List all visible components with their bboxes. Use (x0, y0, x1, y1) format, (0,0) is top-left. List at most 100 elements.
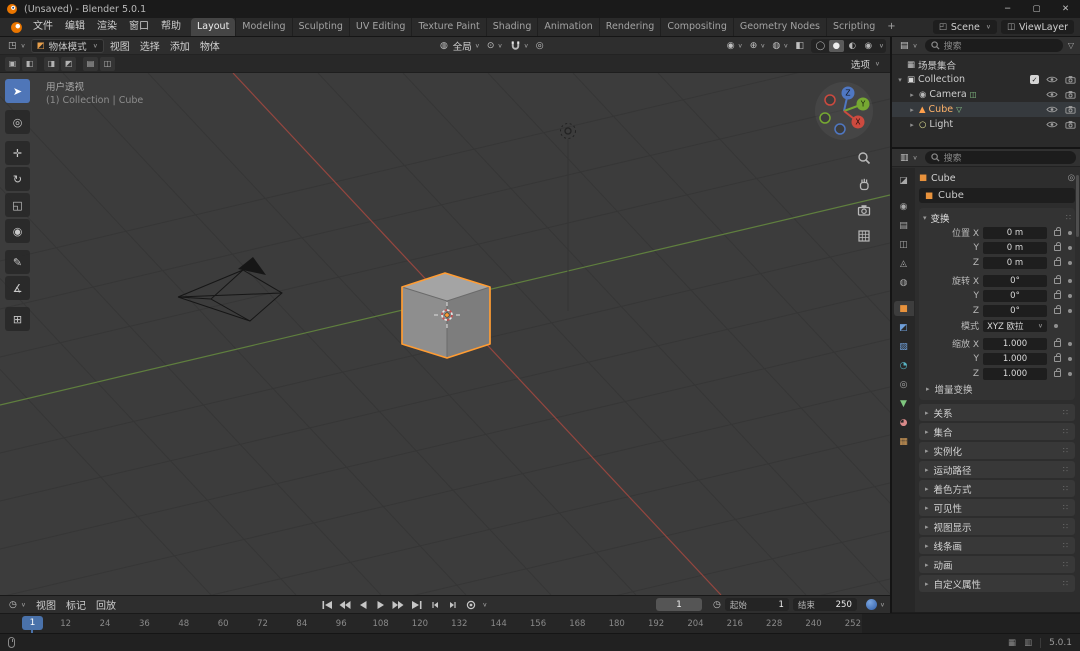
expand-icon[interactable]: ▸ (908, 91, 916, 99)
value-field[interactable]: 1.000 (983, 367, 1047, 380)
properties-section-header[interactable]: ▸ 视图显示 ∷ (919, 518, 1075, 535)
tool-setting-icon[interactable]: ◧ (22, 56, 37, 71)
drag-grip-icon[interactable]: ∷ (1063, 579, 1069, 588)
viewlayer-tab-icon[interactable]: ◫ (894, 237, 914, 252)
viewlayer-selector[interactable]: ◫ ViewLayer (1000, 20, 1074, 34)
workspace-tab[interactable]: Texture Paint (411, 18, 485, 36)
value-field[interactable]: 0° (983, 289, 1047, 302)
playhead[interactable]: 1 (22, 616, 43, 630)
lock-icon[interactable] (1054, 337, 1061, 347)
drag-grip-icon[interactable]: ∷ (1063, 465, 1069, 474)
animate-dot[interactable] (1068, 341, 1072, 346)
animate-dot[interactable] (1068, 230, 1072, 235)
viewport-canvas[interactable]: 用户透视 (1) Collection | Cube ➤ ◎ ✛ ↻ ◱ ◉ ✎ ∡ ⊞ Z Y… (0, 73, 890, 595)
outliner-row-cube[interactable]: ▸ ▲ Cube ▽ (892, 102, 1080, 117)
solid-shading-button[interactable]: ● (828, 39, 844, 52)
value-field[interactable]: 1.000 (983, 352, 1047, 365)
mode-dropdown[interactable]: ◩ 物体模式 ∨ (30, 38, 104, 53)
snap-dropdown[interactable]: ∨ (507, 40, 532, 52)
workspace-tab[interactable]: UV Editing (348, 18, 412, 36)
frame-start-field[interactable]: 起始 1 (724, 598, 789, 611)
play-button[interactable] (372, 598, 389, 612)
outliner-editor-button[interactable]: ▤ ∨ (896, 41, 922, 51)
outliner-row-light[interactable]: ▸ ○ Light (892, 117, 1080, 132)
preview-range-clock-icon[interactable]: ◷ (713, 600, 721, 610)
rotate-tool[interactable]: ↻ (5, 167, 30, 191)
properties-section-header[interactable]: ▸ 线条画 ∷ (919, 537, 1075, 554)
properties-section-header[interactable]: ▸ 可见性 ∷ (919, 499, 1075, 516)
properties-section-header[interactable]: ▸ 运动路径 ∷ (919, 461, 1075, 478)
animate-dot[interactable] (1068, 356, 1072, 361)
tool-setting-icon[interactable]: ▣ (5, 56, 20, 71)
value-field[interactable]: 0 m (983, 241, 1047, 254)
collection-checkbox[interactable]: ✓ (1030, 75, 1039, 84)
workspace-tab[interactable]: Animation (537, 18, 598, 36)
proportional-editing-button[interactable]: ◎ (533, 41, 547, 51)
menu-item[interactable]: 文件 (27, 18, 59, 36)
animate-dot[interactable] (1068, 293, 1072, 298)
maximize-button[interactable]: ▢ (1022, 0, 1051, 18)
menu-item[interactable]: 帮助 (155, 18, 187, 36)
add-workspace-button[interactable]: + (881, 18, 901, 36)
value-field[interactable]: 0° (983, 274, 1047, 287)
editor-type-button[interactable]: ◳ ∨ (4, 41, 30, 51)
material-tab-icon[interactable]: ◕ (894, 415, 914, 430)
workspace-tab[interactable]: Rendering (598, 18, 661, 36)
lock-icon[interactable] (1054, 289, 1061, 299)
expand-icon[interactable]: ▾ (896, 76, 904, 84)
animate-dot[interactable] (1068, 371, 1072, 376)
lock-icon[interactable] (1054, 274, 1061, 284)
tool-setting-icon[interactable]: ◨ (44, 56, 59, 71)
navigation-gizmo[interactable]: Z Y X (812, 79, 876, 146)
texture-tab-icon[interactable]: ▦ (894, 434, 914, 449)
wireframe-shading-button[interactable]: ◯ (813, 40, 828, 52)
menu-item[interactable]: 窗口 (123, 18, 155, 36)
lock-icon[interactable] (1054, 352, 1061, 362)
animate-dot[interactable] (1054, 323, 1058, 328)
viewport-menu-item[interactable]: 物体 (195, 38, 225, 53)
render-tab-icon[interactable]: ◉ (894, 199, 914, 214)
add-cube-tool[interactable]: ⊞ (5, 307, 30, 331)
timeline-ruler[interactable]: 12 24 36 48 60 72 84 96 108 120 132 144 156 168 180 192… (0, 613, 1080, 634)
object-name-field[interactable]: ■ Cube (919, 188, 1075, 203)
menu-item[interactable]: 编辑 (59, 18, 91, 36)
workspace-tab[interactable]: Scripting (826, 18, 881, 36)
viewport-menu-item[interactable]: 添加 (165, 38, 195, 53)
camera-view-icon[interactable] (855, 201, 873, 219)
playback-sync-icon[interactable] (865, 599, 877, 610)
options-dropdown[interactable]: 选项 ∨ (851, 57, 885, 71)
drag-grip-icon[interactable]: ∷ (1066, 213, 1071, 222)
data-tab-icon[interactable]: ▼ (894, 396, 914, 411)
zoom-icon[interactable] (855, 149, 873, 167)
workspace-tab[interactable]: Geometry Nodes (732, 18, 826, 36)
drag-grip-icon[interactable]: ∷ (1063, 503, 1069, 512)
tool-setting-icon[interactable]: ◩ (61, 56, 76, 71)
gizmos-dropdown[interactable]: ⊕ ∨ (747, 41, 769, 51)
move-tool[interactable]: ✛ (5, 141, 30, 165)
render-visibility-icon[interactable] (1065, 120, 1076, 129)
properties-section-header[interactable]: ▸ 着色方式 ∷ (919, 480, 1075, 497)
object-visibility-dropdown[interactable]: ◉ ∨ (724, 41, 746, 51)
animate-dot[interactable] (1068, 260, 1072, 265)
viewport-menu-item[interactable]: 选择 (135, 38, 165, 53)
jump-to-start-button[interactable] (318, 598, 335, 612)
properties-search-input[interactable]: 搜索 (924, 151, 1076, 164)
eye-icon[interactable] (1046, 75, 1058, 84)
tool-setting-icon[interactable]: ▤ (83, 56, 98, 71)
value-field[interactable]: 0 m (983, 256, 1047, 269)
drag-grip-icon[interactable]: ∷ (1063, 427, 1069, 436)
drag-grip-icon[interactable]: ∷ (1063, 484, 1069, 493)
transform-panel-header[interactable]: ▾ 变换 ∷ (923, 210, 1071, 225)
scene-tab-icon[interactable]: ◬ (894, 256, 914, 271)
lock-icon[interactable] (1054, 367, 1061, 377)
render-visibility-icon[interactable] (1065, 75, 1076, 84)
tool-setting-icon[interactable]: ◫ (100, 56, 115, 71)
play-reverse-button[interactable] (354, 598, 371, 612)
constraints-tab-icon[interactable]: ◎ (894, 377, 914, 392)
tool-tab-icon[interactable]: ◪ (894, 173, 914, 188)
modifiers-tab-icon[interactable]: ◩ (894, 320, 914, 335)
drag-grip-icon[interactable]: ∷ (1063, 541, 1069, 550)
transform-tool[interactable]: ◉ (5, 219, 30, 243)
timeline-menu-item[interactable]: 视图 (31, 597, 61, 612)
eye-icon[interactable] (1046, 120, 1058, 129)
